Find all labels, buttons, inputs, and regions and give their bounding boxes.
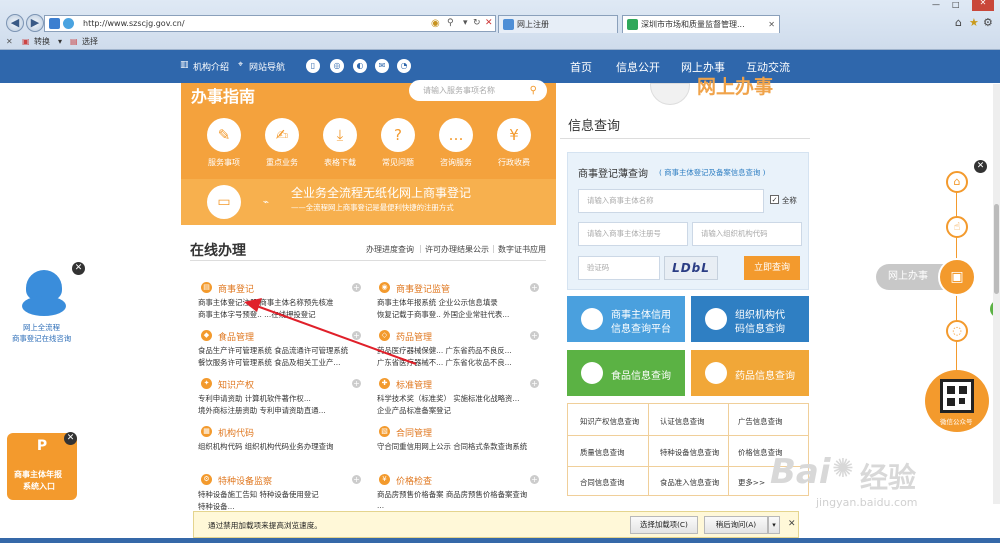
- org-code-input[interactable]: 请输入组织机构代码: [692, 222, 802, 246]
- watermark-url: jingyan.baidu.com: [816, 496, 918, 509]
- notification-text: 通过禁用加载项来提高浏览速度。: [208, 521, 322, 530]
- taskbar: [0, 538, 1000, 543]
- query-button[interactable]: 立即查询: [744, 256, 800, 280]
- addon-notification-bar: 通过禁用加载项来提高浏览速度。 选择加载项(C) 稍后询问(A) ▾ ✕: [193, 511, 799, 538]
- watermark-brand2: 经验: [860, 461, 917, 494]
- ask-later-button[interactable]: 稍后询问(A): [704, 516, 768, 534]
- food-bowl-icon: [581, 362, 603, 384]
- reg-number-input[interactable]: 请输入商事主体注册号: [578, 222, 688, 246]
- credit-icon: [581, 308, 603, 330]
- fullname-label: 全称: [782, 196, 797, 205]
- captcha-image[interactable]: LDbL: [664, 256, 718, 280]
- link-ip-info[interactable]: 知识产权信息查询: [580, 416, 639, 427]
- link-food-access-info[interactable]: 食品准入信息查询: [660, 477, 719, 488]
- pill-icon: [705, 362, 727, 384]
- business-name-input[interactable]: 请输入商事主体名称: [578, 189, 764, 213]
- link-quality-info[interactable]: 质量信息查询: [580, 447, 624, 458]
- info-title: 信息查询: [568, 119, 621, 134]
- close-qq-icon[interactable]: ✕: [72, 262, 85, 275]
- captcha-input[interactable]: 验证码: [578, 256, 660, 280]
- home-ring-icon[interactable]: ⌂: [946, 171, 968, 193]
- close-notification-icon[interactable]: ✕: [788, 519, 796, 529]
- tile-credit-info[interactable]: 商事主体信用 信息查询平台: [567, 296, 685, 342]
- qr-code-icon: [940, 379, 974, 413]
- link-ad-info[interactable]: 广告信息查询: [738, 416, 782, 427]
- link-equipment-info[interactable]: 特种设备信息查询: [660, 447, 719, 458]
- qq-consult-widget[interactable]: [22, 270, 66, 316]
- paw-icon: ✺: [832, 454, 854, 484]
- wechat-qr-widget[interactable]: 微信公众号: [925, 370, 989, 432]
- link-contract-info[interactable]: 合同信息查询: [580, 477, 624, 488]
- tile-food-info[interactable]: 食品信息查询: [567, 350, 685, 396]
- scrollbar-thumb[interactable]: [994, 204, 999, 294]
- divider: [560, 138, 810, 139]
- fullname-checkbox[interactable]: ✓: [770, 195, 779, 204]
- euro-icon: [705, 308, 727, 330]
- link-more[interactable]: 更多>>: [738, 477, 765, 488]
- chat-ring-icon[interactable]: ◌: [946, 320, 968, 342]
- close-right-float-icon[interactable]: ✕: [974, 160, 987, 173]
- scrollbar[interactable]: [993, 84, 1000, 504]
- link-cert-info[interactable]: 认证信息查询: [660, 416, 704, 427]
- tile-drug-info[interactable]: 药品信息查询: [691, 350, 809, 396]
- business-query-box: 商事登记薄查询 ( 商事主体登记及备案信息查询 ) 请输入商事主体名称 ✓ 全称…: [567, 152, 809, 290]
- tile-org-code-info[interactable]: 组织机构代 码信息查询: [691, 296, 809, 342]
- watermark-brand: Bai: [770, 452, 831, 492]
- query-title: 商事登记薄查询: [578, 169, 648, 180]
- ask-later-dropdown-icon[interactable]: ▾: [768, 516, 780, 534]
- query-subtitle: ( 商事主体登记及备案信息查询 ): [659, 168, 766, 177]
- qq-text-line2[interactable]: 商事登记在线咨询: [12, 333, 71, 344]
- screen-icon[interactable]: ▣: [938, 258, 976, 296]
- p-logo-icon: P: [36, 438, 48, 454]
- close-annual-icon[interactable]: ✕: [64, 432, 77, 445]
- choose-addons-button[interactable]: 选择加载项(C): [630, 516, 698, 534]
- hand-ring-icon[interactable]: ☝: [946, 216, 968, 238]
- qq-text-line1[interactable]: 网上全流程: [23, 322, 60, 333]
